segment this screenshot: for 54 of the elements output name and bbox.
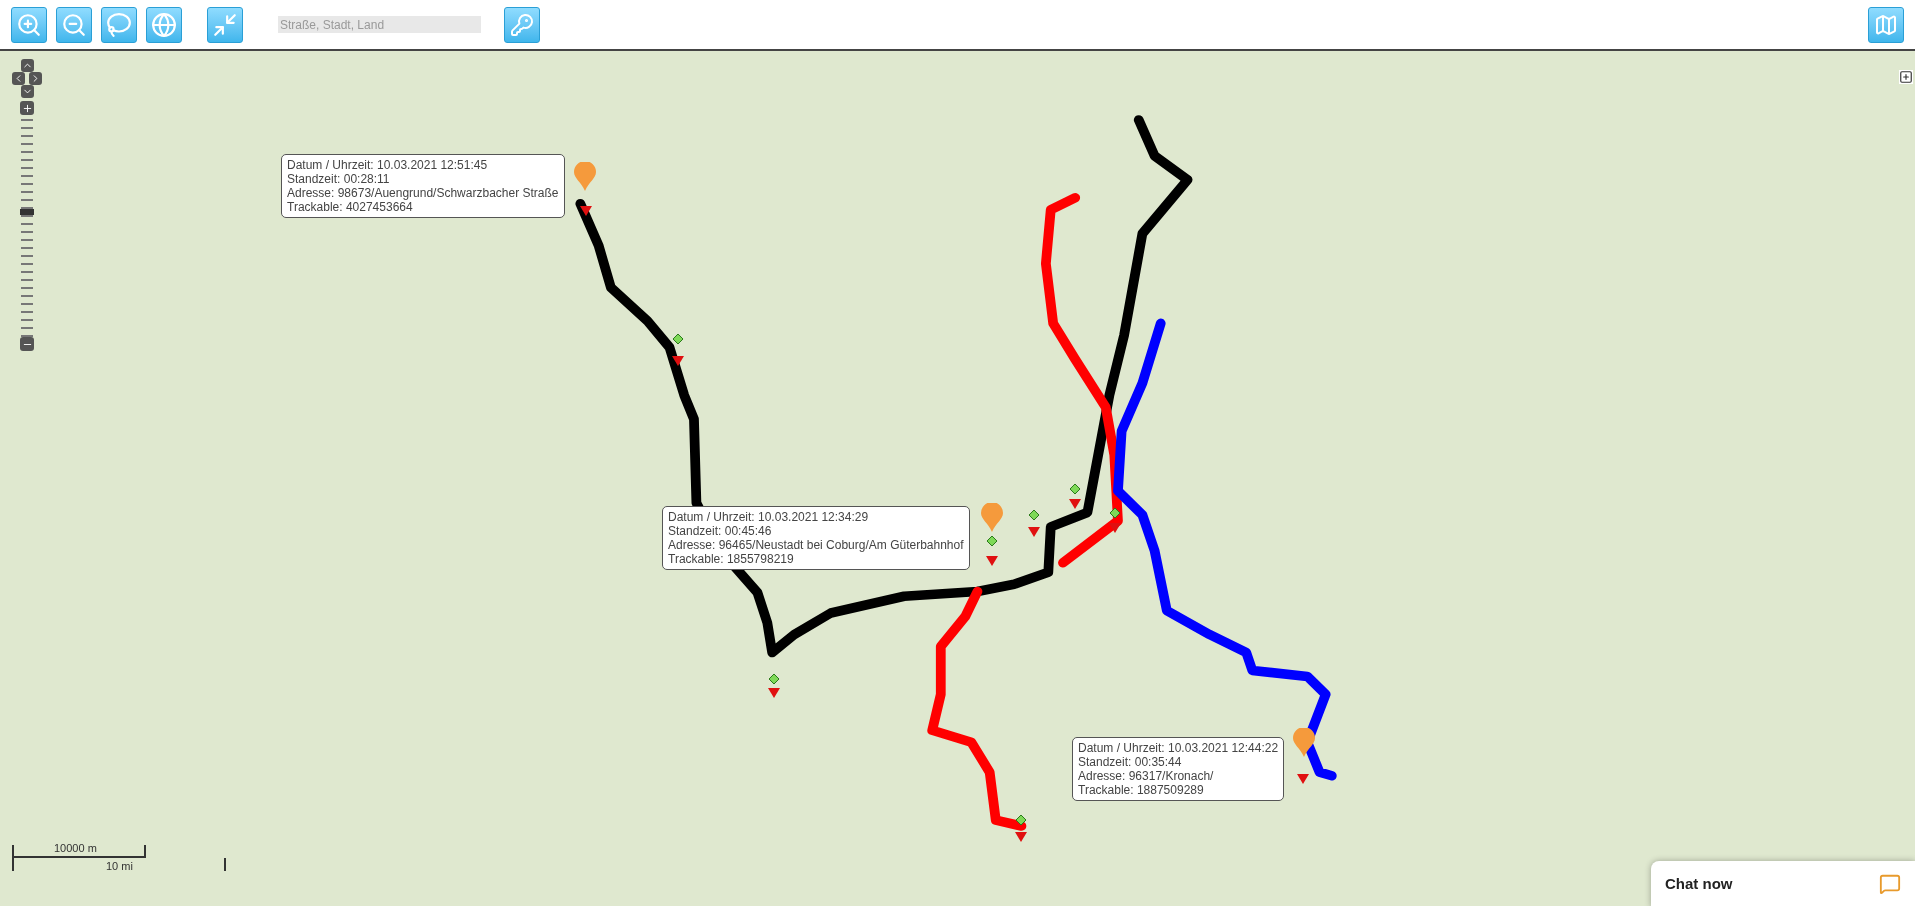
search-field[interactable]: Straße, Stadt, Land xyxy=(278,16,481,33)
zoom-in-button[interactable] xyxy=(11,6,47,43)
popup-text: Datum / Uhrzeit: 10.03.2021 12:44:22 xyxy=(1078,741,1279,755)
start-marker-icon[interactable] xyxy=(768,672,781,685)
layer-switcher-button[interactable] xyxy=(1899,70,1913,84)
map-icon xyxy=(1874,12,1898,37)
chat-button[interactable]: Chat now xyxy=(1651,861,1915,906)
zoom-in-icon xyxy=(16,11,42,38)
plus-square-icon xyxy=(1899,70,1913,84)
location-pin-icon[interactable] xyxy=(1292,727,1317,758)
popup-text: Adresse: 96317/Kronach/ xyxy=(1078,769,1215,783)
zoom-out-icon xyxy=(61,11,87,38)
zoom-in-button[interactable] xyxy=(20,101,34,115)
area-select-button[interactable] xyxy=(101,6,137,43)
chat-bubble-icon xyxy=(1879,873,1901,895)
locate-button[interactable] xyxy=(504,6,540,43)
start-marker-icon[interactable] xyxy=(985,535,998,548)
start-marker-icon[interactable] xyxy=(1109,506,1122,519)
fit-view-button[interactable] xyxy=(207,6,243,43)
stop-marker-icon[interactable] xyxy=(1067,496,1082,511)
popup-text: Standzeit: 00:35:44 xyxy=(1078,755,1183,769)
popup-text: Standzeit: 00:28:11 xyxy=(287,172,391,186)
pan-right-button[interactable] xyxy=(29,72,42,85)
stop-marker-icon[interactable] xyxy=(984,553,999,568)
plus-icon xyxy=(21,102,33,114)
globe-icon xyxy=(151,11,177,38)
key-icon xyxy=(510,12,534,37)
zoom-out-button[interactable] xyxy=(56,6,92,43)
pan-left-button[interactable] xyxy=(12,72,25,85)
stop-marker-icon[interactable] xyxy=(579,203,594,218)
globe-button[interactable] xyxy=(146,6,182,43)
scale-label: 10 mi xyxy=(106,859,133,874)
popup-text: Datum / Uhrzeit: 10.03.2021 12:51:45 xyxy=(287,158,489,172)
shrink-arrows-icon xyxy=(212,11,238,38)
pan-down-button[interactable] xyxy=(20,85,34,98)
zoom-out-button[interactable] xyxy=(20,337,34,351)
lasso-icon xyxy=(106,11,132,38)
stop-marker-icon[interactable] xyxy=(767,685,782,700)
scale-label: 10000 m xyxy=(54,840,97,856)
start-marker-icon[interactable] xyxy=(1028,509,1041,522)
start-marker-icon[interactable] xyxy=(1015,814,1027,826)
popup-text: Adresse: 98673/Auengrund/Schwarzbacher Straße xyxy=(287,186,559,200)
map-layers-button[interactable] xyxy=(1868,6,1904,43)
popup-text: Trackable: 1887509289 xyxy=(1078,783,1205,797)
start-marker-icon[interactable] xyxy=(671,333,684,346)
popup-text: Trackable: 4027453664 xyxy=(287,200,414,214)
popup-text: Adresse: 96465/Neustadt bei Coburg/Am Güterbahnhof xyxy=(668,538,964,552)
stop-marker-icon[interactable] xyxy=(1296,771,1311,786)
start-marker-icon[interactable] xyxy=(1068,482,1081,495)
popup-text: Trackable: 1855798219 xyxy=(668,552,795,566)
popup-text: Standzeit: 00:45:46 xyxy=(668,524,773,538)
popup-text: Datum / Uhrzeit: 10.03.2021 12:34:29 xyxy=(668,510,870,524)
pan-up-button[interactable] xyxy=(20,59,34,72)
stop-marker-icon[interactable] xyxy=(1108,520,1123,534)
